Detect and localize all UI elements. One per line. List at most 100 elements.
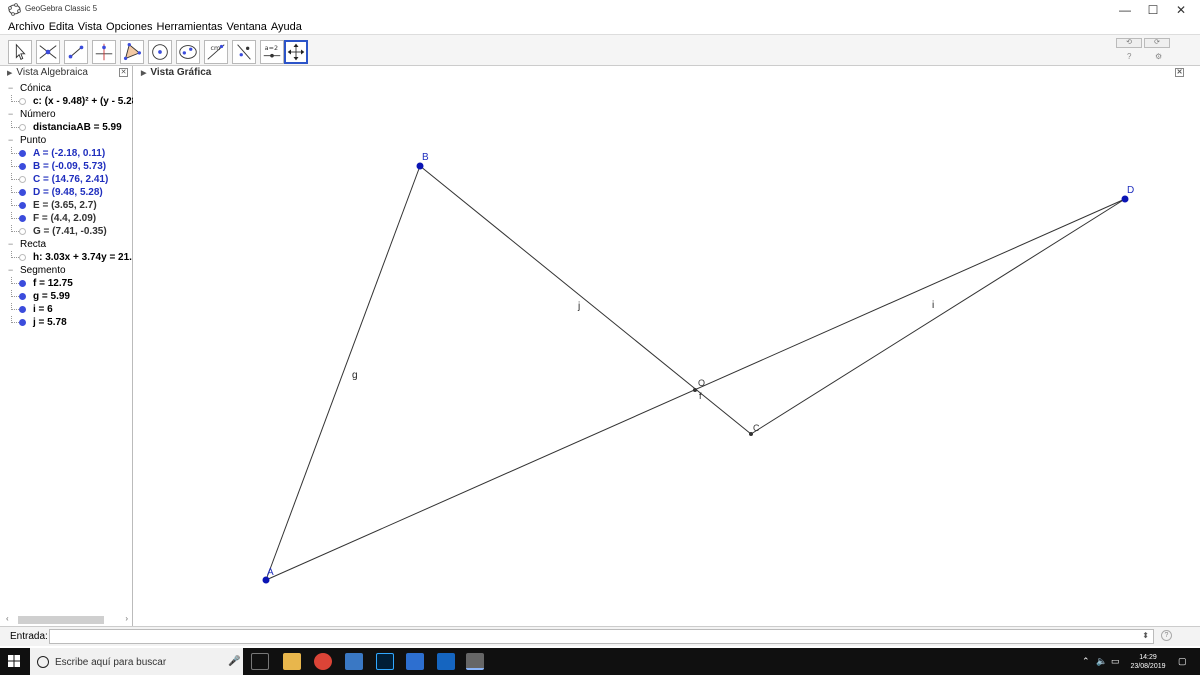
input-dropdown-icon[interactable]: ⬍ — [1142, 631, 1149, 640]
scroll-right-icon[interactable]: › — [125, 614, 128, 623]
visibility-toggle-icon[interactable] — [19, 306, 26, 313]
speaker-icon[interactable]: 🔈 — [1096, 656, 1107, 667]
geogebra-taskbar-icon[interactable] — [466, 653, 484, 670]
input-help-icon[interactable]: ? — [1161, 630, 1172, 641]
menu-herramientas[interactable]: Herramientas — [157, 20, 223, 34]
close-button[interactable]: ✕ — [1166, 0, 1196, 20]
sigma-app-icon[interactable] — [437, 653, 455, 670]
algebra-item[interactable]: A = (-2.18, 0.11) — [0, 147, 133, 160]
slider-tool-icon[interactable]: a=2 — [260, 40, 284, 64]
app-icon[interactable] — [406, 653, 424, 670]
visibility-toggle-icon[interactable] — [19, 215, 26, 222]
visibility-toggle-icon[interactable] — [19, 319, 26, 326]
visibility-toggle-icon[interactable] — [19, 228, 26, 235]
algebra-category[interactable]: Cónica — [0, 82, 133, 95]
graphics-view[interactable]: ▶ Vista Gráfica ✕ g j i f A B D C O — [134, 66, 1188, 626]
menu-ventana[interactable]: Ventana — [227, 20, 267, 34]
visibility-toggle-icon[interactable] — [19, 124, 26, 131]
algebra-item[interactable]: i = 6 — [0, 303, 133, 316]
circle-tool-icon[interactable] — [148, 40, 172, 64]
algebra-item[interactable]: B = (-0.09, 5.73) — [0, 160, 133, 173]
algebra-category[interactable]: Segmento — [0, 264, 133, 277]
algebra-item[interactable]: E = (3.65, 2.7) — [0, 199, 133, 212]
notifications-icon[interactable]: ▢ — [1178, 656, 1187, 667]
scrollbar-thumb[interactable] — [18, 616, 104, 624]
close-pane-icon[interactable]: ✕ — [1175, 68, 1184, 77]
algebra-item[interactable]: f = 12.75 — [0, 277, 133, 290]
algebra-item[interactable]: g = 5.99 — [0, 290, 133, 303]
minimize-button[interactable]: — — [1110, 0, 1140, 20]
algebra-category[interactable]: Recta — [0, 238, 133, 251]
visibility-toggle-icon[interactable] — [19, 150, 26, 157]
algebra-category[interactable]: Punto — [0, 134, 133, 147]
file-explorer-icon[interactable] — [283, 653, 301, 670]
line-tool-icon[interactable] — [64, 40, 88, 64]
network-icon[interactable]: ▭ — [1111, 656, 1120, 667]
horizontal-scrollbar[interactable]: ‹ › — [6, 614, 128, 624]
segment-i[interactable] — [750, 198, 1126, 435]
tree-connector — [11, 212, 19, 219]
chevron-up-icon[interactable]: ⌃ — [1082, 656, 1090, 667]
svg-text:cm: cm — [211, 44, 221, 52]
point-d[interactable] — [1121, 195, 1129, 203]
reflect-tool-icon[interactable] — [232, 40, 256, 64]
algebra-item[interactable]: F = (4.4, 2.09) — [0, 212, 133, 225]
point-o[interactable] — [693, 388, 697, 392]
windows-start-icon[interactable] — [8, 655, 20, 667]
taskbar-search-box[interactable]: Escribe aquí para buscar 🎤 — [30, 648, 243, 675]
maximize-button[interactable]: ☐ — [1138, 0, 1168, 20]
algebra-item[interactable]: C = (14.76, 2.41) — [0, 173, 133, 186]
collapse-triangle-icon[interactable]: ▶ — [7, 70, 12, 77]
algebra-item[interactable]: D = (9.48, 5.28) — [0, 186, 133, 199]
collapse-triangle-icon[interactable]: ▶ — [141, 70, 146, 77]
visibility-toggle-icon[interactable] — [19, 176, 26, 183]
algebra-list: Cónicac: (x - 9.48)² + (y - 5.28)Númerod… — [0, 82, 133, 329]
redo-icon[interactable]: ⟳ — [1144, 38, 1170, 48]
algebra-item[interactable]: c: (x - 9.48)² + (y - 5.28) — [0, 95, 133, 108]
algebra-item[interactable]: G = (7.41, -0.35) — [0, 225, 133, 238]
scroll-left-icon[interactable]: ‹ — [6, 614, 9, 623]
visibility-toggle-icon[interactable] — [19, 163, 26, 170]
menu-archivo[interactable]: Archivo — [8, 20, 45, 34]
input-label: Entrada: — [10, 631, 48, 642]
conic-tool-icon[interactable] — [176, 40, 200, 64]
task-view-icon[interactable] — [251, 653, 269, 670]
move-tool-icon[interactable] — [8, 40, 32, 64]
segment-g[interactable] — [265, 165, 421, 581]
visibility-toggle-icon[interactable] — [19, 98, 26, 105]
taskbar-clock[interactable]: 14:29 23/08/2019 — [1127, 653, 1169, 671]
construction-svg[interactable]: g j i f A B D C O — [134, 80, 1188, 626]
input-field[interactable]: ⬍ — [49, 629, 1154, 644]
help-icon[interactable]: ? — [1127, 52, 1131, 61]
menu-ayuda[interactable]: Ayuda — [271, 20, 302, 34]
graphics-view-header[interactable]: ▶ Vista Gráfica ✕ — [134, 66, 1188, 80]
visibility-toggle-icon[interactable] — [19, 254, 26, 261]
visibility-toggle-icon[interactable] — [19, 189, 26, 196]
media-player-icon[interactable] — [345, 653, 363, 670]
algebra-item[interactable]: distanciaAB = 5.99 — [0, 121, 133, 134]
move-graphics-view-tool-icon[interactable] — [284, 40, 308, 64]
photoshop-icon[interactable] — [376, 653, 394, 670]
angle-tool-icon[interactable]: cm — [204, 40, 228, 64]
point-b[interactable] — [416, 162, 424, 170]
algebra-view-header[interactable]: ▶ Vista Algebraica ✕ — [0, 66, 132, 80]
algebra-item[interactable]: h: 3.03x + 3.74y = 21. — [0, 251, 133, 264]
visibility-toggle-icon[interactable] — [19, 293, 26, 300]
algebra-category[interactable]: Número — [0, 108, 133, 121]
menu-vista[interactable]: Vista — [78, 20, 102, 34]
microphone-icon[interactable]: 🎤 — [228, 656, 240, 667]
tree-connector — [11, 173, 19, 180]
menu-edita[interactable]: Edita — [49, 20, 74, 34]
algebra-item[interactable]: j = 5.78 — [0, 316, 133, 329]
polygon-tool-icon[interactable] — [120, 40, 144, 64]
point-tool-icon[interactable] — [36, 40, 60, 64]
chrome-icon[interactable] — [314, 653, 332, 670]
undo-icon[interactable]: ⟲ — [1116, 38, 1142, 48]
drawing-canvas[interactable]: g j i f A B D C O — [134, 80, 1188, 626]
menu-opciones[interactable]: Opciones — [106, 20, 152, 34]
visibility-toggle-icon[interactable] — [19, 202, 26, 209]
visibility-toggle-icon[interactable] — [19, 280, 26, 287]
perpendicular-tool-icon[interactable] — [92, 40, 116, 64]
close-pane-icon[interactable]: ✕ — [119, 68, 128, 77]
gear-icon[interactable]: ⚙ — [1155, 52, 1162, 61]
